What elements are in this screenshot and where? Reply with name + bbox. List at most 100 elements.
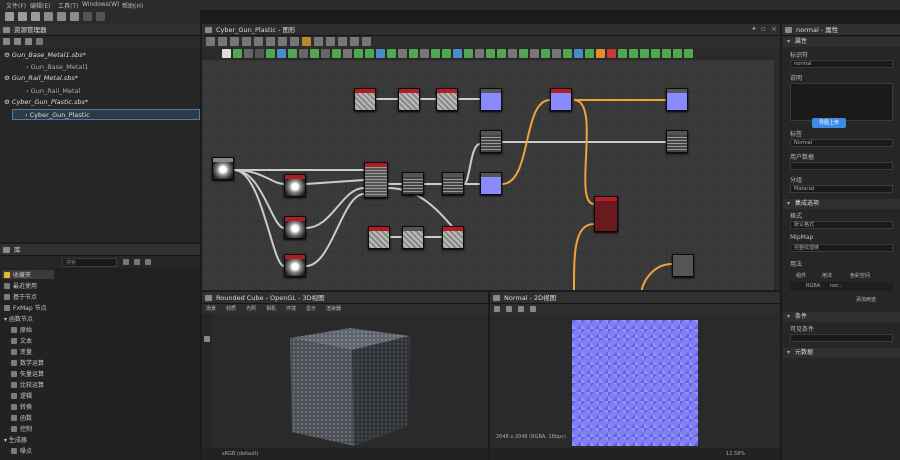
output-node[interactable] (666, 130, 688, 153)
package-row[interactable]: ⚙ Cyber_Gun_Plastic.sbs* (4, 97, 88, 108)
open-icon[interactable] (31, 12, 40, 21)
library-cat-item[interactable]: 原始 (11, 325, 32, 334)
new-graph-icon[interactable] (18, 12, 27, 21)
graph-node[interactable] (550, 88, 572, 111)
section-attributes[interactable]: 属性 (783, 37, 900, 47)
library-cat-generators[interactable]: ▾ 生成器 (4, 435, 27, 444)
graph-row[interactable]: › Gun_Base_Metal1 (26, 62, 88, 73)
group-field[interactable]: Material (790, 185, 893, 193)
menu-help[interactable]: 帮助(H) (122, 1, 143, 10)
library-cat-label: 变量 (20, 349, 33, 356)
graph-node[interactable] (284, 254, 306, 277)
copy-icon[interactable] (506, 306, 512, 312)
zoom-level[interactable]: 12.59% (726, 448, 745, 460)
graph-node[interactable] (284, 216, 306, 239)
library-cat-recent[interactable]: 最近使用 (4, 281, 37, 290)
menu-windows[interactable]: Windows(W) (82, 1, 119, 8)
colorspace-dropdown[interactable]: sRGB (default) (222, 448, 258, 460)
library-cat-item[interactable]: 变量 (11, 347, 32, 356)
view3d-menu-scene[interactable]: 场景 (206, 304, 216, 314)
explorer-open-icon[interactable] (14, 38, 21, 45)
view3d-menu-material[interactable]: 材质 (226, 304, 236, 314)
library-cat-item[interactable]: 比较运算 (11, 380, 44, 389)
menu-file[interactable]: 文件(F) (6, 1, 26, 10)
explorer-save-icon[interactable] (25, 38, 32, 45)
graph-row[interactable]: › Gun_Rail_Metal (26, 86, 80, 97)
graph-node[interactable] (402, 172, 424, 195)
library-cat-favorites[interactable]: 收藏夹 (2, 270, 54, 279)
section-condition[interactable]: 条件 (783, 312, 900, 322)
tile-icon[interactable] (530, 306, 536, 312)
graph-node[interactable] (594, 196, 618, 232)
upload-button[interactable]: 导图上传 (812, 118, 846, 128)
save-all-icon[interactable] (70, 12, 79, 21)
library-cat-item[interactable]: 逻辑 (11, 391, 32, 400)
graph-node[interactable] (402, 226, 424, 249)
add-usage-button[interactable]: 添加用途 (856, 296, 876, 303)
save-icon[interactable] (57, 12, 66, 21)
explorer-new-icon[interactable] (3, 38, 10, 45)
graph-node[interactable] (480, 172, 502, 195)
tag-field[interactable]: Normal (790, 139, 893, 147)
function-icon (11, 349, 17, 355)
graph-node[interactable] (436, 88, 458, 111)
explorer-link-icon[interactable] (36, 38, 43, 45)
graph-node[interactable] (368, 226, 390, 249)
style-dropdown[interactable]: 默认格式 (790, 221, 893, 229)
graph-node[interactable] (442, 172, 464, 195)
package-row[interactable]: ⚙ Gun_Rail_Metal.sbs* (4, 73, 78, 84)
menu-tools[interactable]: 工具(T) (58, 1, 78, 10)
library-cat-atomic[interactable]: 基于节点 (4, 292, 37, 301)
library-cat-fxmap[interactable]: FxMap 节点 (4, 303, 47, 312)
graph-node[interactable] (364, 162, 388, 198)
cube-viewport[interactable] (212, 314, 488, 448)
label-userdata: 用户数据 (790, 154, 815, 161)
graph-node[interactable] (354, 88, 376, 111)
view3d-menu-lights[interactable]: 光照 (246, 304, 256, 314)
library-cat-function[interactable]: ▾ 函数节点 (4, 314, 33, 323)
identifier-field[interactable]: normal (790, 60, 893, 68)
library-cat-item[interactable]: 噪点 (11, 446, 32, 455)
graph-node[interactable] (480, 88, 502, 111)
package-row[interactable]: ⚙ Gun_Base_Metal1.sbs* (4, 50, 86, 61)
view3d-menu-display[interactable]: 显示 (306, 304, 316, 314)
normal-map-preview[interactable] (572, 320, 698, 446)
import-icon[interactable] (44, 12, 53, 21)
library-sort-icon[interactable] (145, 259, 151, 265)
graph-node[interactable] (398, 88, 420, 111)
channel-icon[interactable] (518, 306, 524, 312)
library-cat-item[interactable]: 转换 (11, 402, 32, 411)
output-node[interactable] (672, 254, 694, 277)
menu-edit[interactable]: 编辑(E) (30, 1, 50, 10)
graph-node[interactable] (284, 174, 306, 197)
description-field[interactable] (790, 83, 893, 121)
star-icon (4, 272, 10, 278)
graph-node[interactable] (212, 157, 234, 180)
section-metadata[interactable]: 元数据 (783, 348, 900, 358)
library-cat-item[interactable]: 函数 (11, 413, 32, 422)
library-cat-item[interactable]: 数学运算 (11, 358, 44, 367)
section-integration[interactable]: 集成选项 (783, 199, 900, 209)
view3d-menu-env[interactable]: 环境 (286, 304, 296, 314)
camera-icon[interactable] (204, 336, 210, 342)
library-view-icon[interactable] (134, 259, 140, 265)
graph-node[interactable] (480, 130, 502, 153)
usage-row[interactable]: RGBA nor... (790, 282, 893, 291)
new-package-icon[interactable] (5, 12, 14, 21)
userdata-field[interactable] (790, 162, 893, 170)
redo-icon[interactable] (96, 12, 105, 21)
output-node[interactable] (666, 88, 688, 111)
library-search-input[interactable]: 搜索 (62, 258, 117, 267)
save-image-icon[interactable] (494, 306, 500, 312)
graph-row-selected[interactable]: › Cyber_Gun_Plastic (12, 109, 200, 120)
view3d-menu-camera[interactable]: 相机 (266, 304, 276, 314)
mipmap-dropdown[interactable]: 完整纹理链 (790, 244, 893, 252)
library-cat-item[interactable]: 文本 (11, 336, 32, 345)
graph-node[interactable] (442, 226, 464, 249)
undo-icon[interactable] (83, 12, 92, 21)
view3d-menu-renderer[interactable]: 渲染器 (326, 304, 341, 314)
library-cat-item[interactable]: 矢量运算 (11, 369, 44, 378)
library-filter-icon[interactable] (123, 259, 129, 265)
visible-condition-field[interactable] (790, 334, 893, 342)
library-cat-item[interactable]: 控制 (11, 424, 32, 433)
